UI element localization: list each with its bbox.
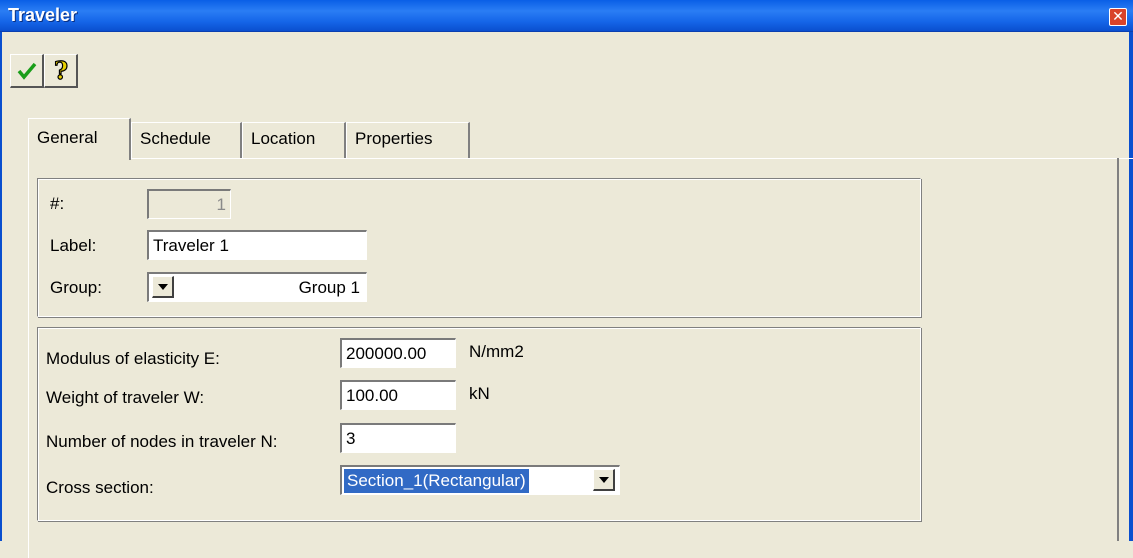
window-left-border	[0, 32, 2, 541]
group-value: Group 1	[298, 278, 360, 297]
nodes-input[interactable]: 3	[340, 423, 456, 453]
cross-section-label: Cross section:	[46, 478, 154, 497]
svg-text:?: ?	[53, 59, 67, 83]
label-label: Label:	[50, 236, 97, 255]
tab-panel-right-border	[1117, 158, 1119, 541]
weight-input[interactable]: 100.00	[340, 380, 456, 410]
nodes-label: Number of nodes in traveler N:	[46, 432, 278, 451]
group-dropdown-button[interactable]	[152, 276, 174, 298]
number-field: 1	[147, 189, 231, 219]
tab-schedule[interactable]: Schedule	[131, 122, 242, 158]
general-group: #: 1 Label: Traveler 1 Group: Group 1	[37, 178, 921, 317]
close-icon: ✕	[1112, 8, 1124, 24]
chevron-down-icon	[157, 283, 168, 290]
ok-button[interactable]	[10, 54, 44, 88]
weight-label: Weight of traveler W:	[46, 388, 205, 407]
group-label: Group:	[50, 278, 102, 297]
checkmark-icon	[17, 62, 36, 80]
tab-general[interactable]: General	[28, 118, 131, 160]
modulus-label: Modulus of elasticity E:	[46, 349, 220, 368]
title-bar: Traveler ✕	[0, 0, 1133, 32]
tab-properties[interactable]: Properties	[346, 122, 470, 158]
number-label: #:	[50, 194, 65, 213]
group-select[interactable]: Group 1	[147, 272, 367, 302]
close-button[interactable]: ✕	[1109, 8, 1127, 26]
weight-unit: kN	[469, 384, 490, 403]
label-input[interactable]: Traveler 1	[147, 230, 367, 260]
help-button[interactable]: ?	[44, 54, 78, 88]
help-icon: ?	[53, 59, 68, 83]
window-title: Traveler	[8, 5, 78, 25]
tab-location[interactable]: Location	[242, 122, 346, 158]
cross-section-value: Section_1(Rectangular)	[344, 469, 529, 493]
chevron-down-icon	[598, 476, 609, 483]
modulus-unit: N/mm2	[469, 342, 524, 361]
modulus-input[interactable]: 200000.00	[340, 338, 456, 368]
cross-section-dropdown-button[interactable]	[593, 469, 615, 491]
properties-group: Modulus of elasticity E: 200000.00 N/mm2…	[37, 327, 921, 521]
cross-section-select[interactable]: Section_1(Rectangular)	[340, 465, 620, 495]
